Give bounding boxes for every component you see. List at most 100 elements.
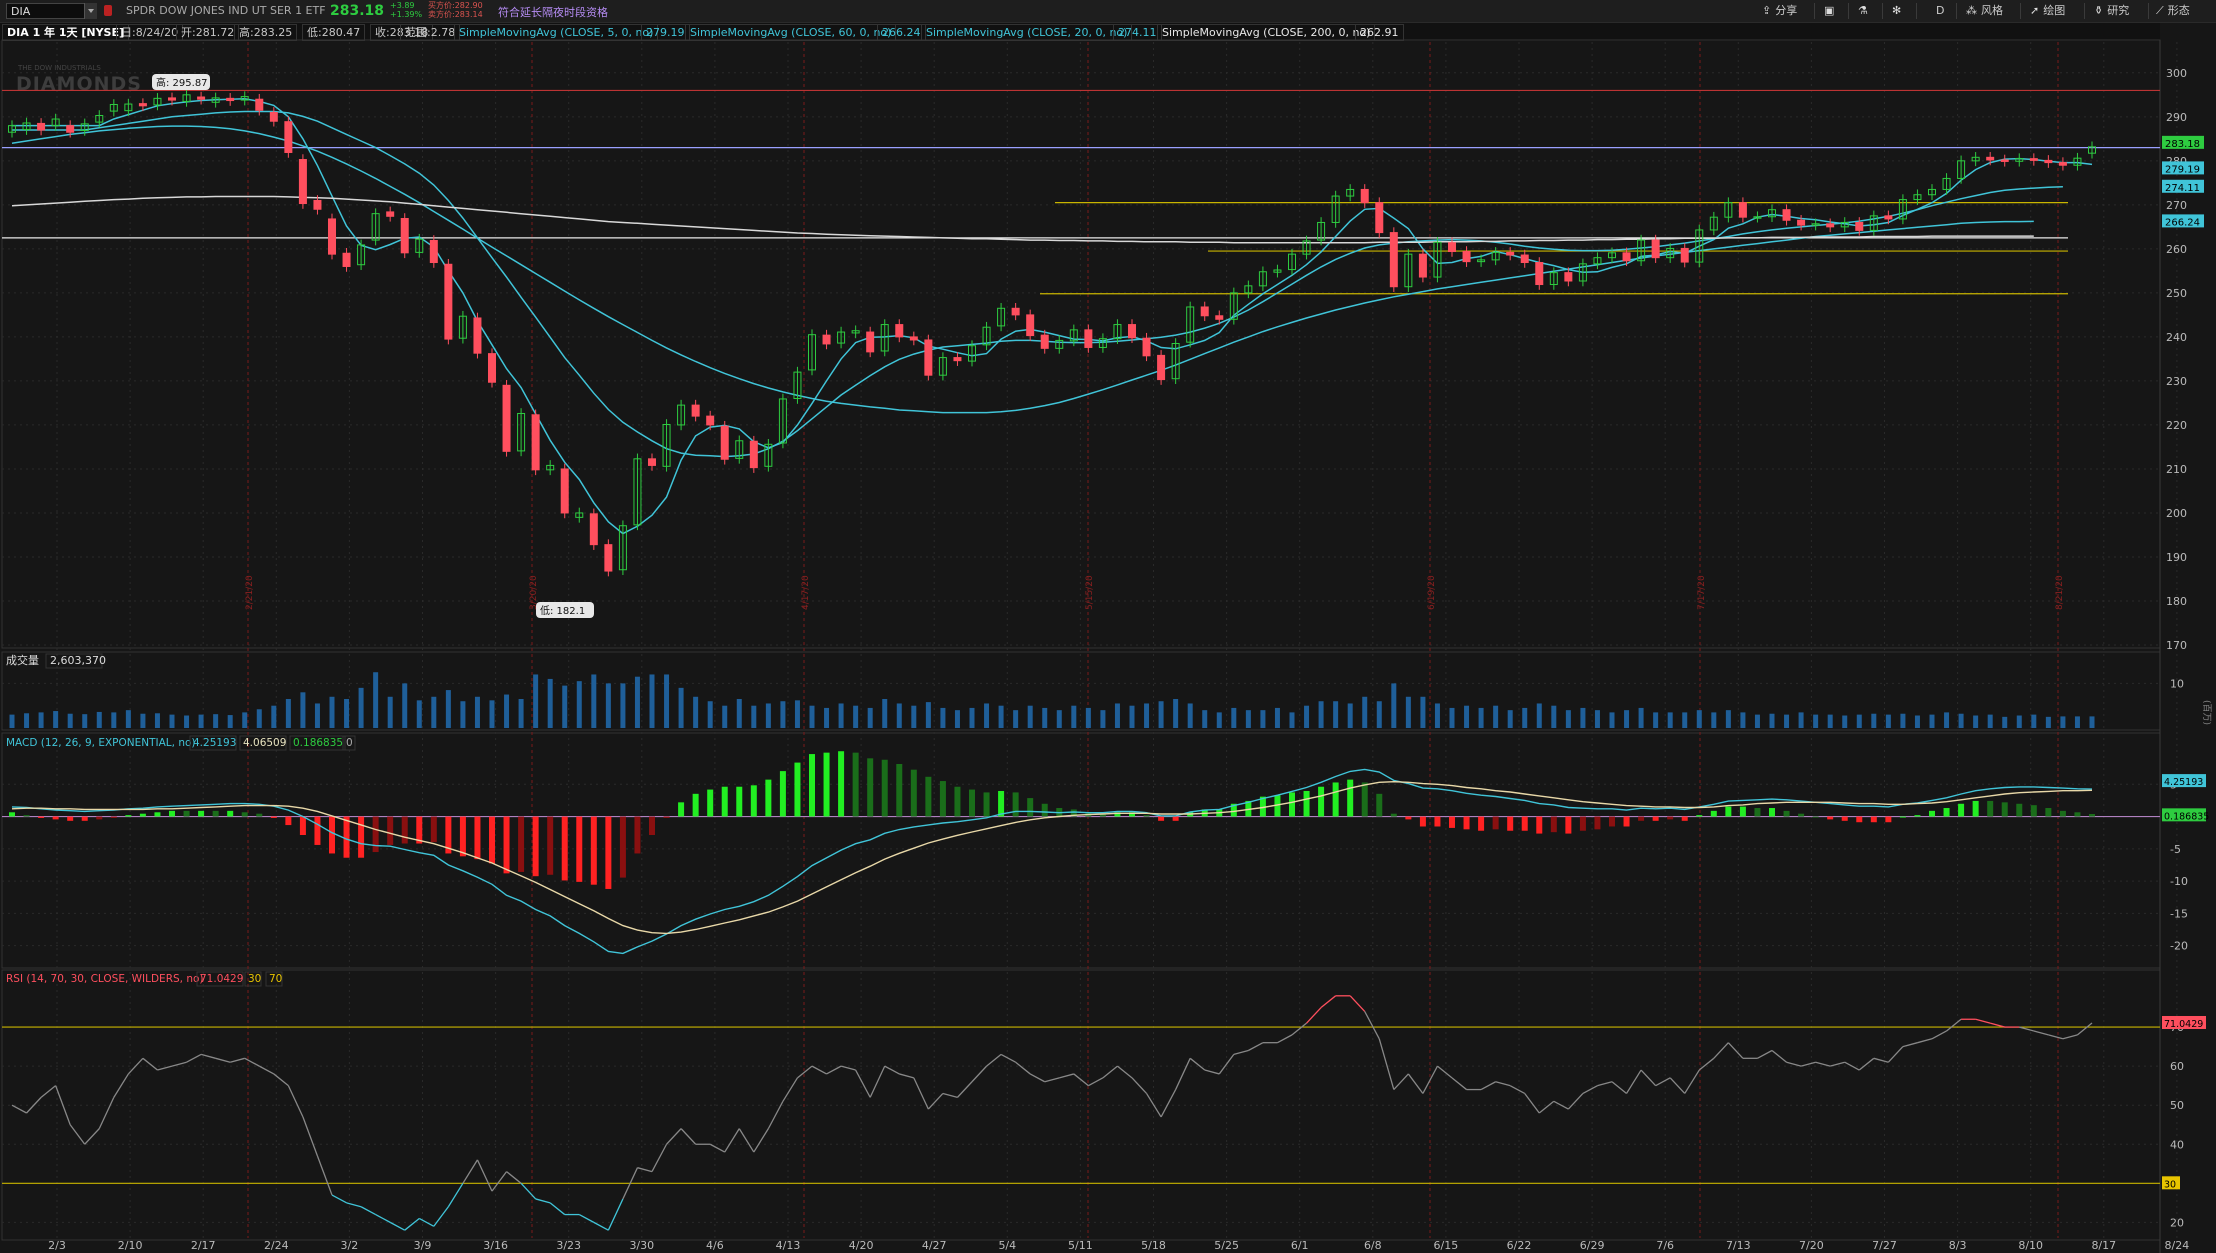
chart-canvas[interactable]: 2/3 2/10 2/17 2/24 3/2 3/9 3/16 3/23 3/30 4/6 4/13… <box>0 0 2216 1253</box>
candle-body <box>1738 202 1747 218</box>
macd-histogram-bar <box>154 812 161 817</box>
volume-bar <box>1798 712 1804 728</box>
rsi-line-segment <box>1073 1073 1089 1087</box>
y-tick-label: 200 <box>2166 507 2187 520</box>
volume-bar <box>329 696 335 728</box>
volume-bar <box>1769 713 1775 728</box>
volume-bar <box>780 701 786 728</box>
candle-body <box>648 458 656 466</box>
volume-bar <box>911 705 917 728</box>
volume-bar <box>1813 714 1819 728</box>
volume-bar <box>605 683 611 728</box>
x-tick-label: 5/18 <box>1141 1239 1166 1252</box>
volume-bar <box>1333 701 1339 728</box>
macd-histogram-bar <box>1041 803 1048 817</box>
macd-histogram-bar <box>838 751 845 817</box>
rsi-line-segment <box>578 1213 595 1223</box>
macd-histogram-bar <box>779 771 786 817</box>
rsi-line-segment <box>113 1073 129 1098</box>
macd-avg-line <box>11 780 2093 935</box>
macd-histogram-bar <box>1419 816 1426 827</box>
rsi-line-segment <box>433 1206 449 1227</box>
rsi-line-segment <box>1946 1018 1962 1032</box>
candle-body <box>1884 215 1893 220</box>
macd-histogram-bar <box>969 789 975 817</box>
volume-bar <box>1696 710 1702 728</box>
rsi-line-segment <box>927 1093 944 1110</box>
candle-body <box>1448 242 1456 253</box>
rsi-line-segment <box>2077 1022 2093 1036</box>
macd-histogram-bar <box>1172 816 1179 821</box>
volume-bar <box>722 705 728 728</box>
rsi-line-segment <box>680 1128 697 1145</box>
candle-body <box>531 414 540 471</box>
macd-histogram-bar <box>212 810 219 817</box>
period-marker-label: 6/19/20 <box>1427 575 1437 610</box>
macd-histogram-bar <box>1361 782 1368 817</box>
macd-histogram-bar <box>2059 810 2066 817</box>
volume-bar <box>96 711 102 728</box>
volume-bar <box>67 713 73 728</box>
macd-histogram-bar <box>1507 816 1514 831</box>
macd-histogram-bar <box>1449 816 1455 828</box>
macd-histogram-bar <box>1434 816 1441 827</box>
rsi-line-segment <box>375 1213 391 1223</box>
volume-bar <box>271 705 277 728</box>
macd-tag: 4.25193 <box>2164 777 2203 788</box>
candle-body <box>1535 262 1544 286</box>
rsi-line-segment <box>476 1159 493 1192</box>
volume-bar <box>1900 713 1906 728</box>
rsi-line-segment <box>302 1116 319 1157</box>
price-tag: 266.24 <box>2165 217 2200 228</box>
rsi-line-segment <box>1917 1038 1933 1044</box>
volume-bar <box>314 703 320 728</box>
y-tick-label: 240 <box>2166 331 2187 344</box>
candle-body <box>706 415 715 426</box>
rsi-line-segment <box>1597 1081 1613 1087</box>
rsi-line-segment <box>186 1053 202 1063</box>
volume-bar <box>344 699 350 728</box>
volume-bar <box>1987 714 1993 728</box>
volume-bar <box>373 672 379 728</box>
macd-histogram-bar <box>663 816 670 818</box>
volume-bar <box>1056 710 1062 728</box>
macd-value: 4.25193 <box>193 737 236 749</box>
macd-histogram-bar <box>532 816 539 877</box>
rsi-line-segment <box>1975 1018 1991 1024</box>
volume-bar <box>1478 707 1484 728</box>
volume-bar <box>853 705 859 728</box>
rsi-line-segment <box>1611 1081 1627 1094</box>
volume-bar <box>1856 714 1862 728</box>
macd-histogram-bar <box>1143 815 1150 817</box>
volume-bar <box>1144 703 1150 728</box>
volume-bar <box>1827 714 1833 728</box>
rsi-line-segment <box>738 1128 755 1153</box>
macd-histogram-bar <box>678 802 685 817</box>
macd-value: 0 <box>346 737 353 749</box>
volume-bar <box>1914 715 1920 728</box>
volume-bar <box>1638 707 1644 728</box>
rsi-line-segment <box>1407 1073 1424 1094</box>
macd-histogram-bar <box>1943 808 1950 817</box>
volume-bar <box>678 687 684 728</box>
volume-bar <box>504 694 510 728</box>
rsi-line-segment <box>826 1065 842 1075</box>
macd-y-tick: -15 <box>2170 907 2188 920</box>
y-tick-label: 210 <box>2166 463 2187 476</box>
macd-histogram-bar <box>1929 810 1935 817</box>
volume-bar <box>402 683 408 728</box>
volume-bar <box>1231 707 1237 728</box>
rsi-line-segment <box>899 1073 914 1079</box>
high-callout: 高: 295.87 <box>156 76 208 89</box>
rsi-line-segment <box>69 1124 86 1145</box>
volume-bar <box>24 713 30 728</box>
candle-body <box>269 111 278 122</box>
rsi-line-segment <box>1015 1061 1031 1075</box>
candle-body <box>2000 159 2009 162</box>
candle-body <box>342 252 351 267</box>
rsi-line-segment <box>1800 1061 1816 1067</box>
volume-bar <box>198 714 204 728</box>
volume-bar <box>1784 714 1790 728</box>
macd-histogram-bar <box>561 816 568 881</box>
x-tick-label: 3/2 <box>341 1239 359 1252</box>
